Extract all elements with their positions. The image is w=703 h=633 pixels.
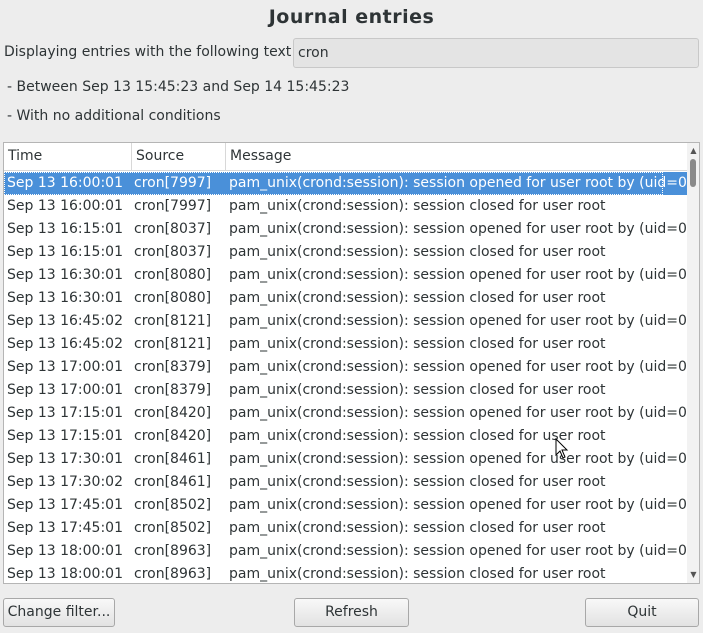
cell-message: pam_unix(crond:session): session opened … [229,451,693,467]
cell-time: Sep 13 17:30:01 [7,451,123,467]
condition-additional: - With no additional conditions [7,108,221,124]
cell-source: cron[8037] [134,221,212,237]
cell-time: Sep 13 17:45:01 [7,497,123,513]
cell-message: pam_unix(crond:session): session closed … [229,382,606,398]
cell-message: pam_unix(crond:session): session closed … [229,428,606,444]
cell-time: Sep 13 16:45:02 [7,313,123,329]
scroll-down-arrow-icon[interactable]: ▼ [687,569,699,581]
cell-message: pam_unix(crond:session): session opened … [229,405,693,421]
cell-time: Sep 13 17:00:01 [7,382,123,398]
table-row[interactable]: Sep 13 16:15:01 cron[8037] pam_unix(crond:… [4,218,692,241]
cell-source: cron[8420] [134,405,212,421]
cell-time: Sep 13 16:30:01 [7,290,123,306]
refresh-button[interactable]: Refresh [294,598,409,627]
table-row[interactable]: Sep 13 17:15:01 cron[8420] pam_unix(crond:… [4,425,687,448]
cell-source: cron[8420] [134,428,212,444]
table-row[interactable]: Sep 13 17:00:01 cron[8379] pam_unix(crond:… [4,379,687,402]
condition-date-range: - Between Sep 13 15:45:23 and Sep 14 15:… [7,79,350,95]
cell-time: Sep 13 16:15:01 [7,244,123,260]
filter-text-field[interactable]: cron [293,38,699,68]
cell-message: pam_unix(crond:session): session closed … [229,198,606,214]
table-row[interactable]: Sep 13 16:00:01 cron[7997] pam_unix(crond:… [4,195,687,218]
cell-time: Sep 13 16:45:02 [7,336,123,352]
column-header-message[interactable]: Message [226,143,687,170]
cell-message: pam_unix(crond:session): session opened … [229,221,693,237]
filter-label: Displaying entries with the following te… [4,44,292,60]
table-row[interactable]: Sep 13 16:00:01 cron[7997] pam_unix(crond:… [4,172,692,195]
cell-source: cron[8379] [134,359,212,375]
cell-source: cron[8963] [134,543,212,559]
cell-time: Sep 13 18:00:01 [7,543,123,559]
table-row[interactable]: Sep 13 18:00:01 cron[8963] pam_unix(crond:… [4,540,692,563]
cell-time: Sep 13 17:15:01 [7,428,123,444]
window-title: Journal entries [268,6,435,28]
table-row[interactable]: Sep 13 16:45:02 cron[8121] pam_unix(crond:… [4,333,687,356]
cell-message: pam_unix(crond:session): session closed … [229,566,606,582]
cell-source: cron[8080] [134,290,212,306]
scroll-up-arrow-icon[interactable]: ▲ [687,145,699,157]
table-row[interactable]: Sep 13 16:30:01 cron[8080] pam_unix(crond:… [4,264,692,287]
quit-button[interactable]: Quit [585,598,699,627]
cell-time: Sep 13 16:00:01 [7,198,123,214]
cell-source: cron[8461] [134,451,212,467]
vertical-scrollbar[interactable]: ▲ ▼ [687,143,699,583]
cell-time: Sep 13 17:45:01 [7,520,123,536]
cell-time: Sep 13 16:15:01 [7,221,123,237]
table-row[interactable]: Sep 13 17:15:01 cron[8420] pam_unix(crond:… [4,402,692,425]
cell-message: pam_unix(crond:session): session closed … [229,290,606,306]
cell-message: pam_unix(crond:session): session opened … [229,497,693,513]
cell-source: cron[8502] [134,497,212,513]
cell-message: pam_unix(crond:session): session opened … [229,313,693,329]
cell-time: Sep 13 16:30:01 [7,267,123,283]
journal-entries-table[interactable]: Time Source Message Sep 13 16:00:01 cron[… [3,142,700,584]
cell-source: cron[8461] [134,474,212,490]
cell-message: pam_unix(crond:session): session opened … [229,267,693,283]
cell-time: Sep 13 17:15:01 [7,405,123,421]
change-filter-button[interactable]: Change filter... [3,598,115,627]
table-row[interactable]: Sep 13 17:45:01 cron[8502] pam_unix(crond:… [4,494,692,517]
table-row[interactable]: Sep 13 16:15:01 cron[8037] pam_unix(crond:… [4,241,687,264]
cell-time: Sep 13 16:00:01 [7,175,123,191]
table-row[interactable]: Sep 13 18:00:01 cron[8963] pam_unix(crond:… [4,563,687,583]
table-row[interactable]: Sep 13 17:30:02 cron[8461] pam_unix(crond:… [4,471,687,494]
cell-source: cron[8379] [134,382,212,398]
table-row[interactable]: Sep 13 17:30:01 cron[8461] pam_unix(crond:… [4,448,692,471]
cell-time: Sep 13 17:30:02 [7,474,123,490]
cell-source: cron[7997] [134,198,212,214]
cell-message: pam_unix(crond:session): session closed … [229,244,606,260]
cell-message: pam_unix(crond:session): session opened … [229,175,693,191]
table-row[interactable]: Sep 13 16:30:01 cron[8080] pam_unix(crond:… [4,287,687,310]
cell-message: pam_unix(crond:session): session closed … [229,474,606,490]
cell-source: cron[8080] [134,267,212,283]
cell-time: Sep 13 18:00:01 [7,566,123,582]
cell-source: cron[8502] [134,520,212,536]
cell-source: cron[8963] [134,566,212,582]
cell-source: cron[7997] [134,175,212,191]
cell-source: cron[8121] [134,336,212,352]
cell-source: cron[8037] [134,244,212,260]
cell-time: Sep 13 17:00:01 [7,359,123,375]
cell-message: pam_unix(crond:session): session opened … [229,543,693,559]
cell-message: pam_unix(crond:session): session closed … [229,336,606,352]
table-row[interactable]: Sep 13 17:45:01 cron[8502] pam_unix(crond:… [4,517,687,540]
column-header-time[interactable]: Time [4,143,132,170]
mouse-pointer-icon [555,438,569,459]
scroll-thumb[interactable] [690,159,696,187]
table-body: Sep 13 16:00:01 cron[7997] pam_unix(crond:… [4,172,692,583]
table-header: Time Source Message [4,143,687,171]
column-header-source[interactable]: Source [132,143,226,170]
table-row[interactable]: Sep 13 16:45:02 cron[8121] pam_unix(crond:… [4,310,692,333]
cell-message: pam_unix(crond:session): session closed … [229,520,606,536]
table-row[interactable]: Sep 13 17:00:01 cron[8379] pam_unix(crond:… [4,356,692,379]
cell-source: cron[8121] [134,313,212,329]
cell-message: pam_unix(crond:session): session opened … [229,359,693,375]
